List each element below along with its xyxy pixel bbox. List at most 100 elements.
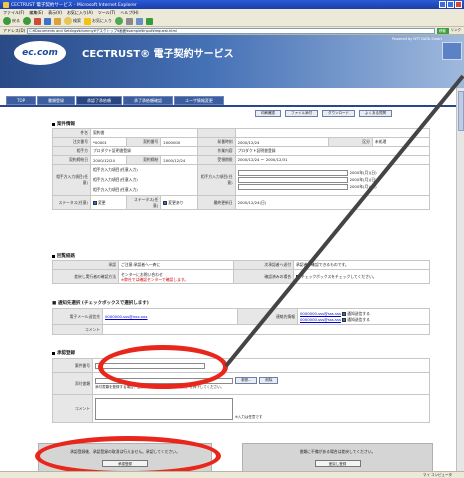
site-header: ec.com CECTRUST® 電子契約サービス Powered by NTT… [0,35,464,88]
contact-values: 0000000.sss@sss.sss 通知送信する 0000000.sss@s… [297,308,430,325]
optional-label: 相手方入力項目(任意) [52,164,91,196]
address-input[interactable]: C:¥Documents and Settings¥dummy¥デスクトップ¥画… [27,27,435,34]
page-scrollbar[interactable] [456,88,464,471]
deadline-label: 受領期限 [196,155,236,165]
category-value: 未処理 [371,137,431,147]
search-button[interactable]: 検索 [64,17,81,25]
menu-file[interactable]: ファイル(F) [3,10,24,16]
flow-table: 承認 ご注意:承認者へ一斉に 次承認者へ送付 承認者が確認できるものです。 差戻… [52,260,430,284]
service-title: CECTRUST® 電子契約サービス [82,49,234,60]
optional-input-3[interactable] [237,184,348,190]
annotation-oval-input [98,345,228,389]
contact-checkbox-2[interactable] [342,317,347,322]
table-row: 電子メール送信先 0000000.sss@xxx.xxx 連絡先情報 00000… [52,308,430,325]
optional-label-2: 相手方入力項目(任意) [196,164,236,196]
status-label-2: ステータス(任意) [126,195,162,210]
address-label: アドレス(D) [3,27,26,33]
flow-approve-value: ご注意:承認者へ一斉に [118,260,234,270]
status-bar: マイ コンピュータ [0,471,464,478]
minimize-button[interactable] [439,1,446,8]
menu-favorites[interactable]: お気に入り(A) [67,10,93,16]
status-zone: マイ コンピュータ [422,472,452,477]
optional-input-1[interactable] [237,170,348,176]
tab-approval-request[interactable]: 承認了承依頼 [76,96,123,105]
flow-checkbox[interactable] [296,274,300,279]
back-button[interactable]: 戻る [3,17,20,25]
section-bullet [52,254,55,258]
comment-textarea[interactable] [95,397,233,420]
contact-checkbox-1[interactable] [342,311,347,316]
comment-note: ※入力は任意です [235,414,263,419]
menu-tools[interactable]: ツール(T) [98,10,116,16]
contact-link-1[interactable]: 0000000.sss@sss.sss [300,311,341,316]
table-row: 差戻し実行者の確認方法 センターにお問い合わせ ※弊社では確認センターで確認します… [52,269,430,284]
deadline-value: 2000/12/24 ～ 2000/12/31 [234,155,431,165]
print-confirm-button[interactable]: 印刷確認 [255,110,281,117]
tab-document-register[interactable]: 書類登録 [37,96,76,105]
status-checkbox[interactable] [93,200,97,205]
powered-by: Powered by NTT DATA Smart [391,37,442,41]
close-button[interactable] [455,1,462,8]
section-bullet [52,122,55,126]
tab-user-settings[interactable]: ユーザ情報変更 [174,96,224,105]
menu-view[interactable]: 表示(V) [48,10,62,16]
attach-file-button[interactable]: ファイル添付 [285,110,318,117]
status-label: ステータス(任意) [52,195,91,210]
section-notify: ■ 通知先選択 (チェックボックスで選択します) [52,301,149,306]
refresh-icon[interactable] [44,17,51,25]
section-contract: 案件情報 [52,121,75,127]
sign-date-label: 契約締結日 [52,155,91,165]
email-value: 0000000.sss@xxx.xxx [102,308,238,325]
optional-inputs: 2000年(月)(日) 2000年(月)(日) 2000年(月)(日) [234,164,431,196]
flow-next-value: 承認者が確認できるものです。 [293,260,430,270]
maximize-button[interactable] [447,1,454,8]
nav-tabs: TOP 書類登録 承認了承依頼 承了承依頼確認 ユーザ情報変更 [0,96,464,107]
home-icon[interactable] [54,17,61,25]
section-bullet [52,351,55,355]
flow-approve-label: 承認 [52,260,119,270]
forward-button[interactable] [23,17,31,25]
links-label[interactable]: リンク [451,28,462,33]
table-row: 契約締結日 2000/12/24 契約締結 2000/12/24 受領期限 20… [52,155,431,165]
history-icon[interactable] [115,17,123,25]
window-title-bar: CECTRUST 電子契約サービス - Microsoft Internet E… [0,0,464,9]
section-flow: 回覧経路 [52,253,75,259]
back-arrow-icon [3,17,11,25]
table-row: 相手方 プロダクト証明書登録 作業内容 プロダクト証明書登録 [52,146,431,156]
download-button[interactable]: ダウンロード [322,110,355,117]
print-icon[interactable] [136,17,143,25]
optional-input-2[interactable] [237,177,348,183]
table-row: コメント ※入力は任意です [52,394,430,423]
menu-help[interactable]: ヘルプ(H) [120,10,138,16]
flow-checked-value: チェックボックスをチェックしてください。 [293,269,430,284]
go-button[interactable]: 移動 [436,27,449,34]
subject-label: 件名 [52,128,91,138]
favorites-button[interactable]: お気に入り [84,17,112,25]
notify-comment-value [102,324,430,335]
search-icon [64,17,72,25]
reject-register-button[interactable]: 差戻し登録 [314,460,361,467]
status-checkbox-2[interactable] [163,200,168,205]
reject-message: 書類に不備がある場合は差戻してください。 [299,449,376,454]
contact-label: 連絡先情報 [237,308,298,325]
counterparty-value: プロダクト証明書登録 [90,146,198,156]
contact-link-2[interactable]: 0000000.sss@sss.sss [300,317,341,322]
stop-icon[interactable] [34,17,41,25]
menu-edit[interactable]: 編集(E) [29,10,43,16]
ec-logo[interactable]: ec.com [14,41,66,65]
scrollbar-thumb[interactable] [458,91,464,131]
remove-file-button[interactable]: 削除 [259,377,279,384]
status-value: 変更 [89,195,128,210]
menu-bar: ファイル(F) 編集(E) 表示(V) お気に入り(A) ツール(T) ヘルプ(… [0,9,464,16]
browse-button[interactable]: 参照... [235,377,258,384]
subject-value: 契約書 [90,128,198,138]
mail-icon[interactable] [126,17,133,25]
faq-button[interactable]: よくある質問 [359,110,392,117]
issue-date-value: 2000/12/24 [234,137,330,147]
window-title: CECTRUST 電子契約サービス - Microsoft Internet E… [11,2,137,8]
messenger-icon[interactable] [146,17,153,25]
address-bar: アドレス(D) C:¥Documents and Settings¥dummy¥… [0,27,464,35]
tab-top[interactable]: TOP [6,96,37,105]
register-file-label: 添付書類 [52,372,93,395]
tab-approval-confirm[interactable]: 承了承依頼確認 [123,96,174,105]
